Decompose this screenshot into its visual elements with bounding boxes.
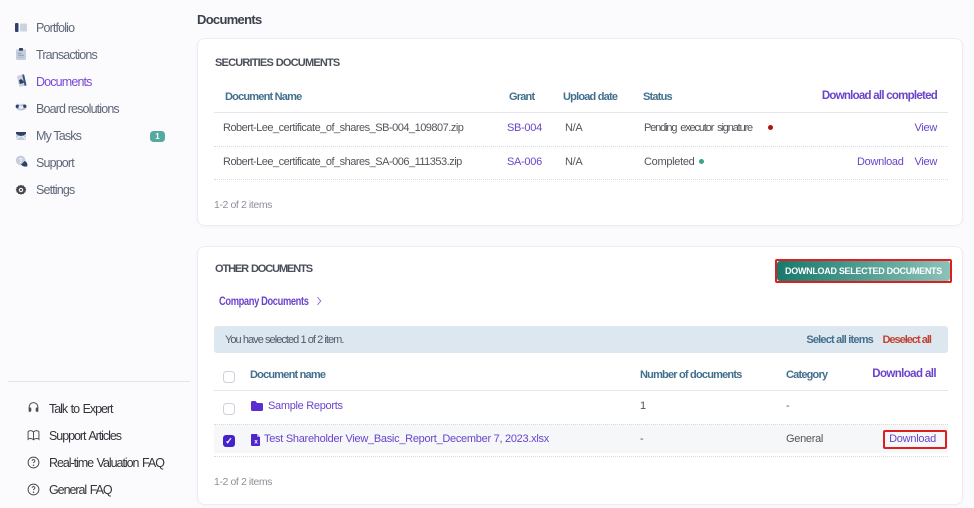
- svg-text:x: x: [254, 439, 258, 446]
